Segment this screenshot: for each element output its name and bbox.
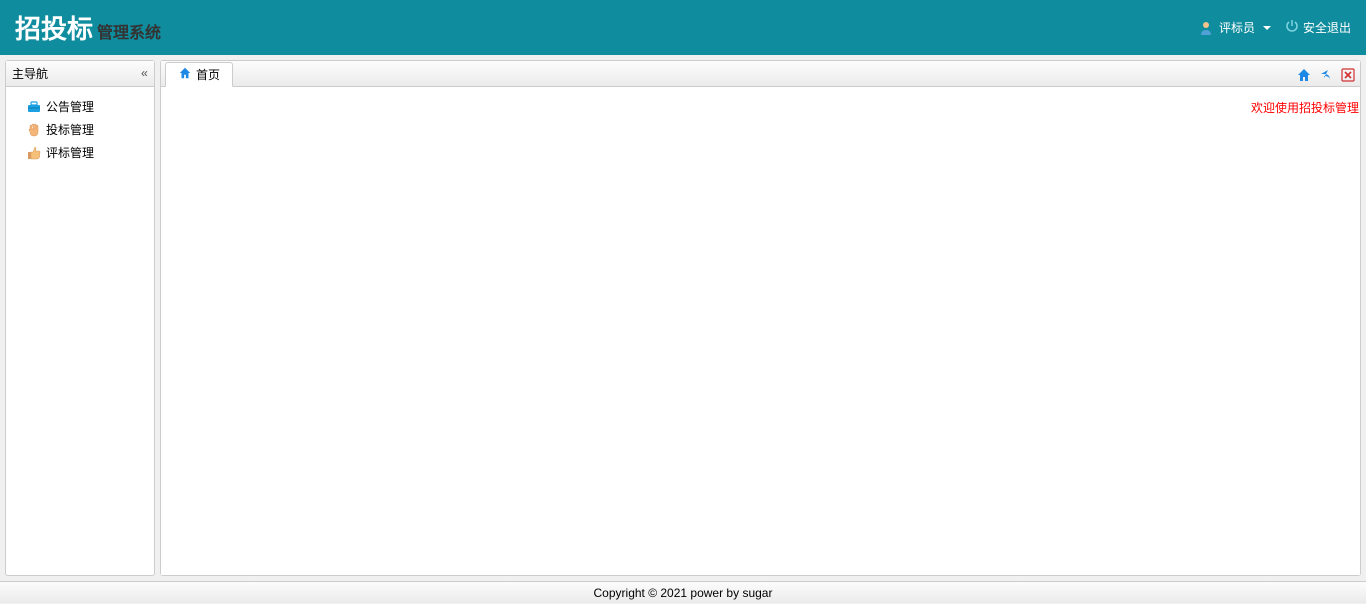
main-body: 欢迎使用招投标管理系统 [161,87,1360,575]
briefcase-icon [26,99,42,115]
content: 主导航 « 公告管理 投标管理 [0,55,1366,581]
header: 招投标 管理系统 评标员 安全退出 [0,0,1366,55]
user-label: 评标员 [1219,19,1255,36]
nav-item-evaluation[interactable]: 评标管理 [6,141,154,164]
nav-item-announcement[interactable]: 公告管理 [6,95,154,118]
header-right: 评标员 安全退出 [1199,19,1351,36]
logo: 招投标 管理系统 [15,9,161,46]
power-icon [1285,19,1299,36]
footer-text: Copyright © 2021 power by sugar [594,586,773,600]
collapse-icon[interactable]: « [141,67,148,81]
nav-item-label: 公告管理 [46,98,94,115]
user-icon [1199,21,1213,35]
hand-icon [26,122,42,138]
close-button[interactable] [1340,67,1356,83]
tab-label: 首页 [196,66,220,83]
welcome-marquee: 欢迎使用招投标管理系统 [1251,99,1360,116]
footer: Copyright © 2021 power by sugar [0,581,1366,603]
thumbs-up-icon [26,145,42,161]
nav-tree: 公告管理 投标管理 评标管理 [6,87,154,172]
sidebar-title: 主导航 [12,65,48,82]
nav-item-label: 评标管理 [46,144,94,161]
user-menu[interactable]: 评标员 [1199,19,1271,36]
tabs: 首页 [165,62,233,86]
tab-home[interactable]: 首页 [165,62,233,87]
chevron-down-icon [1263,26,1271,30]
nav-item-bidding[interactable]: 投标管理 [6,118,154,141]
nav-item-label: 投标管理 [46,121,94,138]
logo-main: 招投标 [15,9,93,46]
tab-bar: 首页 [161,61,1360,87]
main-panel: 首页 [160,60,1361,576]
logo-sub: 管理系统 [97,19,161,43]
logout-label: 安全退出 [1303,19,1351,36]
home-button[interactable] [1296,67,1312,83]
sidebar-header: 主导航 « [6,61,154,87]
back-button[interactable] [1318,67,1334,83]
logout-button[interactable]: 安全退出 [1285,19,1351,36]
tab-tools [1296,67,1356,86]
home-icon [178,66,192,83]
sidebar: 主导航 « 公告管理 投标管理 [5,60,155,576]
